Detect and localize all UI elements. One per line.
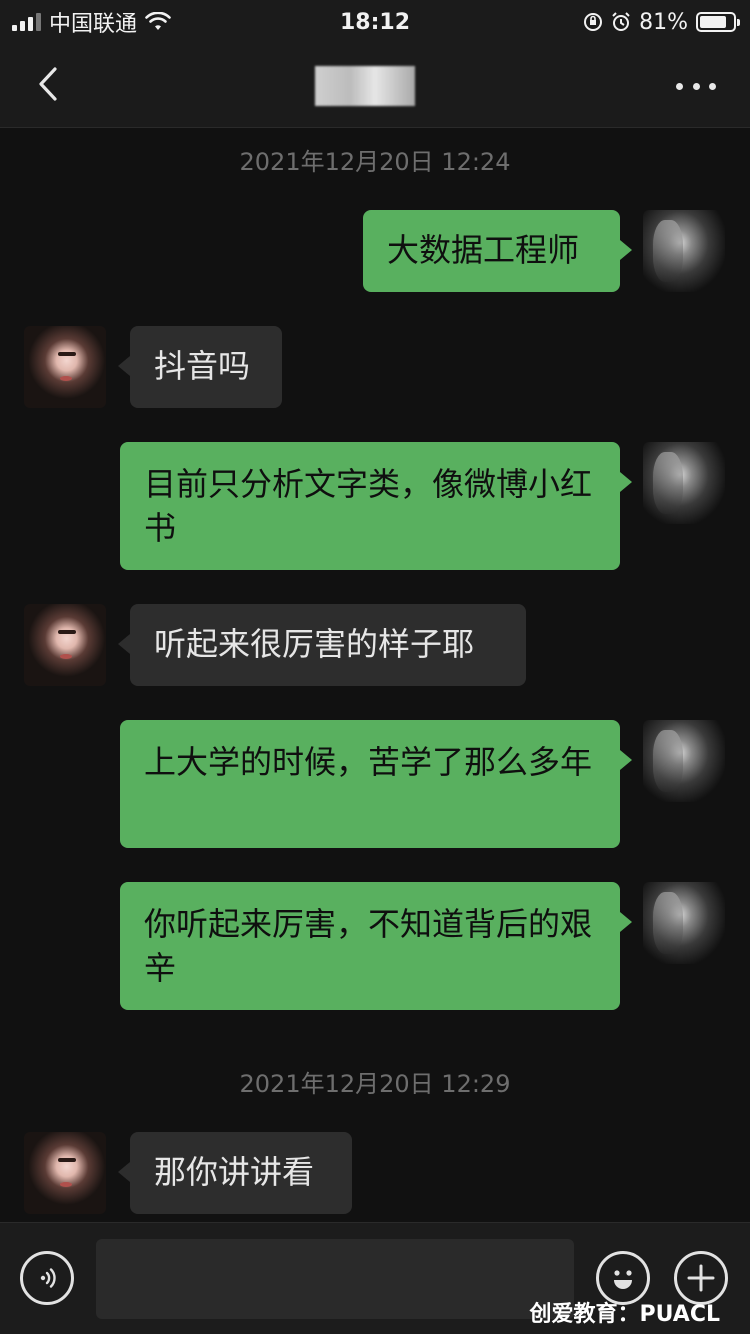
message-bubble-sent[interactable]: 你听起来厉害，不知道背后的艰辛: [120, 882, 632, 1010]
avatar-self[interactable]: [643, 210, 725, 292]
back-button[interactable]: [28, 64, 68, 104]
nav-bar: [0, 44, 750, 128]
timestamp: 2021年12月20日 12:24: [239, 148, 511, 176]
emoji-icon: [614, 1270, 632, 1289]
message-bubble-received[interactable]: 抖音吗: [118, 326, 282, 408]
more-dot: [709, 82, 716, 90]
message-input[interactable]: [96, 1239, 574, 1319]
message-bubble-received[interactable]: 那你讲讲看: [118, 1132, 352, 1214]
more-button[interactable]: [676, 72, 716, 100]
avatar-contact[interactable]: [24, 326, 106, 408]
alarm-icon: [612, 12, 630, 31]
signal-icon: [12, 13, 41, 31]
more-dot: [692, 82, 700, 90]
battery-icon: [696, 12, 740, 32]
voice-icon: [40, 1268, 56, 1288]
status-bar: 中国联通 18:12 81%: [0, 0, 750, 44]
wifi-icon: [145, 12, 171, 30]
more-dot: [676, 82, 683, 90]
carrier-label: 中国联通: [49, 12, 138, 37]
avatar-self[interactable]: [643, 720, 725, 802]
chat-area[interactable]: 2021年12月20日 12:24 大数据工程师 抖音吗 目前只分析文字类，像微…: [0, 128, 750, 1222]
plus-icon: [687, 1264, 715, 1292]
message-bubble-sent[interactable]: 大数据工程师: [363, 210, 632, 292]
message-bubble-sent[interactable]: 上大学的时候，苦学了那么多年: [120, 720, 632, 848]
chevron-left-icon: [39, 67, 57, 101]
status-left: 中国联通: [12, 6, 171, 38]
chat-title-blurred: [315, 66, 415, 106]
avatar-contact[interactable]: [24, 604, 106, 686]
message-bubble-received[interactable]: 听起来很厉害的样子耶: [118, 604, 526, 686]
avatar-self[interactable]: [643, 442, 725, 524]
avatar-self[interactable]: [643, 882, 725, 964]
orientation-lock-icon: [584, 13, 603, 31]
message-bubble-sent[interactable]: 目前只分析文字类，像微博小红书: [120, 442, 632, 570]
battery-level: [700, 16, 726, 28]
avatar-contact[interactable]: [24, 1132, 106, 1214]
watermark: 创爱教育：PUACL: [529, 1302, 720, 1327]
timestamp: 2021年12月20日 12:29: [239, 1070, 511, 1098]
voice-button[interactable]: [20, 1251, 74, 1305]
input-bar: 创爱教育：PUACL: [0, 1222, 750, 1334]
battery-percent: 81%: [639, 9, 688, 35]
status-right: 81%: [583, 9, 740, 35]
